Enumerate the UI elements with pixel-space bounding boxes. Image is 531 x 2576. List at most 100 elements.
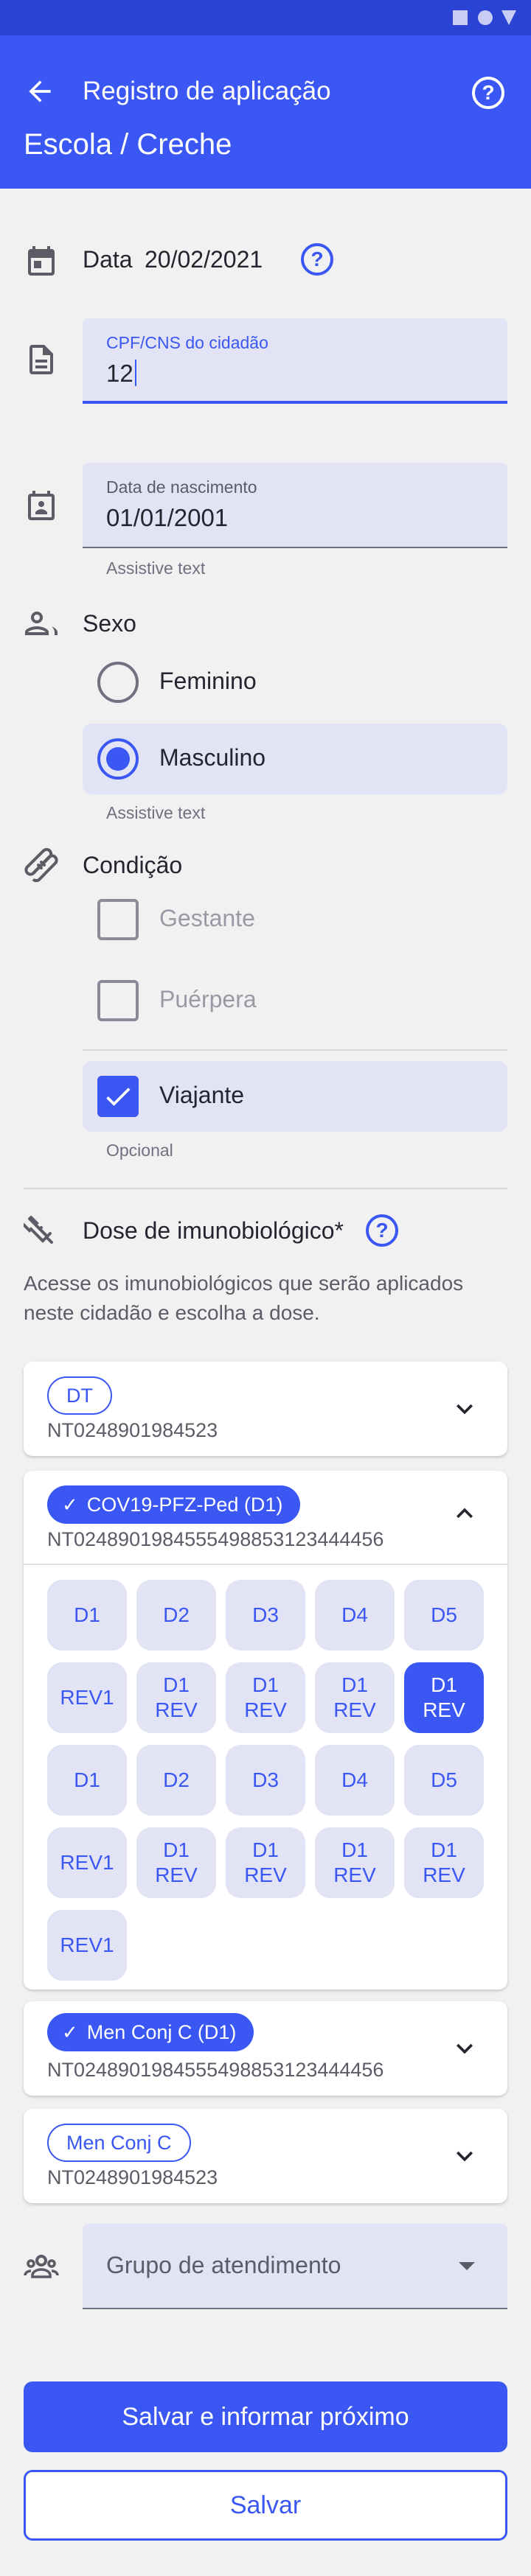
dose-option-d4[interactable]: D4 bbox=[315, 1580, 395, 1651]
service-group-placeholder: Grupo de atendimento bbox=[106, 2252, 341, 2278]
dose-option-rev1[interactable]: REV1 bbox=[47, 1662, 127, 1733]
cpf-field[interactable]: CPF/CNS do cidadão 12 bbox=[83, 318, 507, 404]
help-icon[interactable]: ? bbox=[472, 77, 504, 109]
radio-feminino[interactable] bbox=[97, 662, 139, 703]
checkbox-gestante[interactable] bbox=[97, 899, 139, 940]
dose-description: Acesse os imunobiológicos que serão apli… bbox=[24, 1272, 464, 1324]
dose-option-d1-rev[interactable]: D1 REV bbox=[226, 1662, 305, 1733]
dose-option-d1-rev[interactable]: D1 REV bbox=[136, 1662, 216, 1733]
date-value: 20/02/2021 bbox=[145, 246, 263, 273]
vaccine-card-cov19[interactable]: ✓ COV19-PFZ-Ped (D1) NT024890198455549885… bbox=[24, 1471, 507, 1989]
app-bar: Registro de aplicação ? Escola / Creche bbox=[0, 35, 531, 189]
cpf-field-value: 12 bbox=[106, 360, 133, 387]
condition-helper: Opcional bbox=[106, 1141, 173, 1160]
birth-date-label: Data de nascimento bbox=[106, 477, 257, 497]
chevron-down-icon[interactable] bbox=[448, 2140, 481, 2172]
dose-option-d1-rev[interactable]: D1 REV bbox=[136, 1827, 216, 1898]
radio-masculino[interactable] bbox=[97, 738, 139, 780]
dose-option-rev1[interactable]: REV1 bbox=[47, 1827, 127, 1898]
condition-option-gestante[interactable]: Gestante bbox=[83, 884, 507, 955]
sex-label: Sexo bbox=[83, 610, 136, 637]
chevron-up-icon[interactable] bbox=[448, 1497, 481, 1530]
dose-label: Dose de imunobiológico* bbox=[83, 1217, 344, 1244]
condition-option-puerpera[interactable]: Puérpera bbox=[83, 965, 507, 1036]
dropdown-arrow-icon bbox=[459, 2262, 475, 2270]
page-subtitle: Escola / Creche bbox=[24, 128, 232, 161]
dose-option-d5[interactable]: D5 bbox=[404, 1745, 484, 1816]
vaccine-lot: NT0248901984555498853123444456 bbox=[47, 1528, 384, 1550]
vaccine-card-men-conj-c[interactable]: Men Conj C NT0248901984523 bbox=[24, 2109, 507, 2203]
dose-option-d1-rev[interactable]: D1 REV bbox=[404, 1662, 484, 1733]
condition-label: Condição bbox=[83, 852, 183, 878]
document-icon bbox=[30, 345, 53, 374]
bandage-icon bbox=[24, 847, 58, 883]
check-icon: ✓ bbox=[62, 2021, 78, 2043]
condition-option-label: Viajante bbox=[159, 1082, 245, 1108]
people-icon bbox=[25, 612, 58, 635]
service-group-select[interactable]: Grupo de atendimento bbox=[83, 2224, 507, 2309]
back-arrow-icon[interactable] bbox=[24, 75, 56, 108]
sex-option-label: Masculino bbox=[159, 744, 266, 771]
dose-option-d2[interactable]: D2 bbox=[136, 1580, 216, 1651]
date-help-icon[interactable]: ? bbox=[301, 243, 333, 276]
dose-option-d3[interactable]: D3 bbox=[226, 1580, 305, 1651]
dose-option-rev1[interactable]: REV1 bbox=[47, 1910, 127, 1981]
group-icon bbox=[24, 2255, 59, 2278]
vaccine-lot: NT0248901984555498853123444456 bbox=[47, 2059, 384, 2081]
dose-option-d1-rev[interactable]: D1 REV bbox=[226, 1827, 305, 1898]
check-icon: ✓ bbox=[62, 1494, 78, 1516]
status-triangle-icon bbox=[502, 10, 516, 25]
save-button[interactable]: Salvar bbox=[24, 2470, 507, 2541]
dose-option-d4[interactable]: D4 bbox=[315, 1745, 395, 1816]
vaccine-card-dt[interactable]: DT NT0248901984523 bbox=[24, 1362, 507, 1456]
status-bar bbox=[0, 0, 531, 35]
sex-option-feminino[interactable]: Feminino bbox=[83, 647, 507, 718]
sex-option-masculino[interactable]: Masculino bbox=[83, 724, 507, 794]
contact-calendar-icon bbox=[28, 491, 55, 520]
vaccine-chip: DT bbox=[47, 1376, 112, 1415]
sex-option-label: Feminino bbox=[159, 668, 257, 694]
chevron-down-icon[interactable] bbox=[448, 1393, 481, 1425]
birth-date-helper: Assistive text bbox=[106, 559, 206, 578]
chevron-down-icon[interactable] bbox=[448, 2032, 481, 2065]
dose-option-d1-rev[interactable]: D1 REV bbox=[315, 1662, 395, 1733]
vaccine-card-men-conj-c-d1[interactable]: ✓ Men Conj C (D1) NT024890198455549885312… bbox=[24, 2001, 507, 2096]
condition-option-viajante[interactable]: Viajante bbox=[83, 1061, 507, 1132]
status-circle-icon bbox=[478, 10, 493, 25]
dose-option-d1-rev[interactable]: D1 REV bbox=[404, 1827, 484, 1898]
dose-option-d1[interactable]: D1 bbox=[47, 1745, 127, 1816]
vaccine-chip-selected: ✓ Men Conj C (D1) bbox=[47, 2013, 254, 2051]
vaccine-chip: Men Conj C bbox=[47, 2124, 191, 2162]
vaccine-lot: NT0248901984523 bbox=[47, 2166, 218, 2188]
calendar-icon bbox=[28, 246, 55, 276]
dose-help-icon[interactable]: ? bbox=[366, 1214, 398, 1247]
dose-option-d5[interactable]: D5 bbox=[404, 1580, 484, 1651]
dose-option-d3[interactable]: D3 bbox=[226, 1745, 305, 1816]
vaccine-chip-label: Men Conj C (D1) bbox=[86, 2021, 237, 2043]
vaccine-chip-selected: ✓ COV19-PFZ-Ped (D1) bbox=[47, 1485, 301, 1524]
sex-helper: Assistive text bbox=[106, 803, 206, 822]
check-icon bbox=[106, 1088, 131, 1106]
vaccine-lot: NT0248901984523 bbox=[47, 1419, 218, 1441]
dose-option-d1-rev[interactable]: D1 REV bbox=[315, 1827, 395, 1898]
condition-option-label: Gestante bbox=[159, 905, 255, 931]
syringe-icon bbox=[24, 1216, 53, 1244]
checkbox-puerpera[interactable] bbox=[97, 980, 139, 1021]
divider bbox=[24, 1188, 507, 1189]
condition-option-label: Puérpera bbox=[159, 986, 257, 1012]
checkbox-viajante[interactable] bbox=[97, 1076, 139, 1117]
save-and-next-button[interactable]: Salvar e informar próximo bbox=[24, 2381, 507, 2452]
date-label: Data bbox=[83, 246, 133, 273]
text-cursor bbox=[134, 360, 136, 386]
vaccine-chip-label: COV19-PFZ-Ped (D1) bbox=[86, 1494, 283, 1516]
dose-grid: D1 D2 D3 D4 D5 REV1 D1 REV D1 REV D1 REV D1 REV D1 D2 D3… bbox=[24, 1564, 507, 1981]
birth-date-value: 01/01/2001 bbox=[106, 504, 229, 531]
birth-date-field[interactable]: Data de nascimento 01/01/2001 bbox=[83, 463, 507, 548]
status-square-icon bbox=[453, 10, 468, 25]
cpf-field-label: CPF/CNS do cidadão bbox=[106, 333, 268, 352]
dose-option-d1[interactable]: D1 bbox=[47, 1580, 127, 1651]
page-title: Registro de aplicação bbox=[83, 77, 331, 105]
dose-option-d2[interactable]: D2 bbox=[136, 1745, 216, 1816]
divider bbox=[83, 1049, 507, 1051]
cpf-field-value-wrap: 12 bbox=[106, 360, 136, 388]
